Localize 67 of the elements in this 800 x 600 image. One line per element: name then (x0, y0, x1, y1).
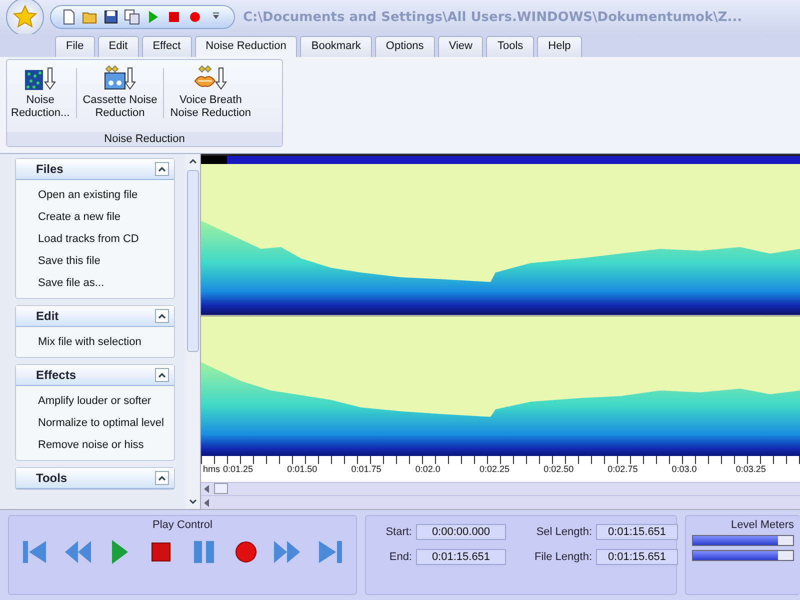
ribbon-tab[interactable]: Help (537, 36, 582, 57)
collapse-button[interactable] (155, 471, 169, 485)
ribbon-button[interactable]: Cassette Noise Reduction (78, 64, 162, 120)
scroll-up-icon[interactable] (189, 158, 197, 164)
ribbon-tab[interactable]: Edit (98, 36, 139, 57)
window-title: C:\Documents and Settings\All Users.WINDOWS\Dokumentumok\Z... (243, 10, 742, 24)
task-link[interactable]: Normalize to optimal level (38, 413, 174, 435)
collapse-button[interactable] (155, 162, 169, 176)
zoom-scrollbar[interactable] (201, 495, 800, 509)
ribbon-button[interactable]: Noise Reduction... (7, 64, 74, 120)
time-field[interactable]: 0:00:00.000 (416, 524, 506, 540)
field-label: Sel Length: (535, 526, 592, 538)
collapse-button[interactable] (155, 309, 169, 323)
task-link[interactable]: Save this file (38, 251, 174, 273)
vertical-scrollbar[interactable] (186, 154, 200, 509)
time-tick-label: 0:01.50 (287, 464, 318, 474)
collapse-button[interactable] (155, 368, 169, 382)
time-tick-label: 0:01.75 (351, 464, 382, 474)
ribbon-tab[interactable]: Effect (142, 36, 192, 57)
time-tick-label: 0:03.25 (736, 464, 767, 474)
time-tick-label: 0:03.0 (672, 464, 698, 474)
time-tick-label: 0:02.25 (479, 464, 510, 474)
time-tick-label: 0:02.75 (608, 464, 639, 474)
field-label: File Length: (534, 551, 592, 563)
task-link[interactable]: Remove noise or hiss (38, 435, 174, 457)
time-tick-label: 0:02.0 (415, 464, 442, 474)
ribbon-button[interactable]: Voice Breath Noise Reduction (166, 64, 256, 120)
task-link[interactable]: Save file as... (38, 273, 174, 295)
ribbon-tab[interactable]: Options (374, 36, 435, 57)
app-menu-button[interactable] (6, 0, 44, 36)
ribbon-tab[interactable]: Tools (486, 36, 534, 57)
time-tick-label: 0:02.50 (544, 464, 575, 474)
save-icon[interactable] (103, 9, 119, 25)
field-label: End: (388, 551, 412, 563)
time-field[interactable]: 0:01:15.651 (416, 549, 506, 565)
time-unit-label: hms (203, 464, 220, 474)
time-field[interactable]: 0:01:15.651 (596, 524, 678, 540)
panel-title: Effects (36, 368, 76, 382)
panel-title: Files (36, 162, 64, 176)
scroll-down-icon[interactable] (189, 499, 197, 505)
panel-title: Edit (36, 309, 59, 323)
horizontal-scrollbar[interactable] (201, 482, 800, 496)
task-link[interactable]: Load tracks from CD (38, 229, 174, 251)
time-field[interactable]: 0:01:15.651 (596, 549, 678, 565)
task-link[interactable]: Create a new file (38, 207, 174, 229)
chevron-up-icon (158, 475, 166, 481)
task-link[interactable]: Amplify louder or softer (38, 391, 174, 413)
record-icon[interactable] (187, 9, 203, 25)
ribbon-tab[interactable]: View (438, 36, 484, 57)
stop-icon[interactable] (166, 9, 182, 25)
field-label: Start: (384, 526, 412, 538)
panel-title: Play Control (152, 519, 214, 531)
ribbon-tab[interactable]: Noise Reduction (194, 36, 298, 57)
chevron-up-icon (158, 166, 166, 172)
scroll-thumb[interactable] (214, 483, 228, 494)
time-tick-label: 0:01.25 (223, 464, 254, 474)
new-file-icon[interactable] (61, 9, 77, 25)
chevron-up-icon (158, 372, 166, 378)
chevron-up-icon (158, 313, 166, 319)
save-copies-icon[interactable] (124, 9, 140, 25)
ribbon-tab[interactable]: File (55, 36, 95, 57)
ribbon-tab[interactable]: Bookmark (300, 36, 372, 57)
panel-title: Level Meters (730, 519, 794, 531)
task-link[interactable]: Open an existing file (38, 185, 174, 207)
panel-title: Tools (36, 471, 68, 485)
ribbon-group-label: Noise Reduction (7, 132, 282, 146)
task-link[interactable]: Mix file with selection (38, 332, 174, 354)
